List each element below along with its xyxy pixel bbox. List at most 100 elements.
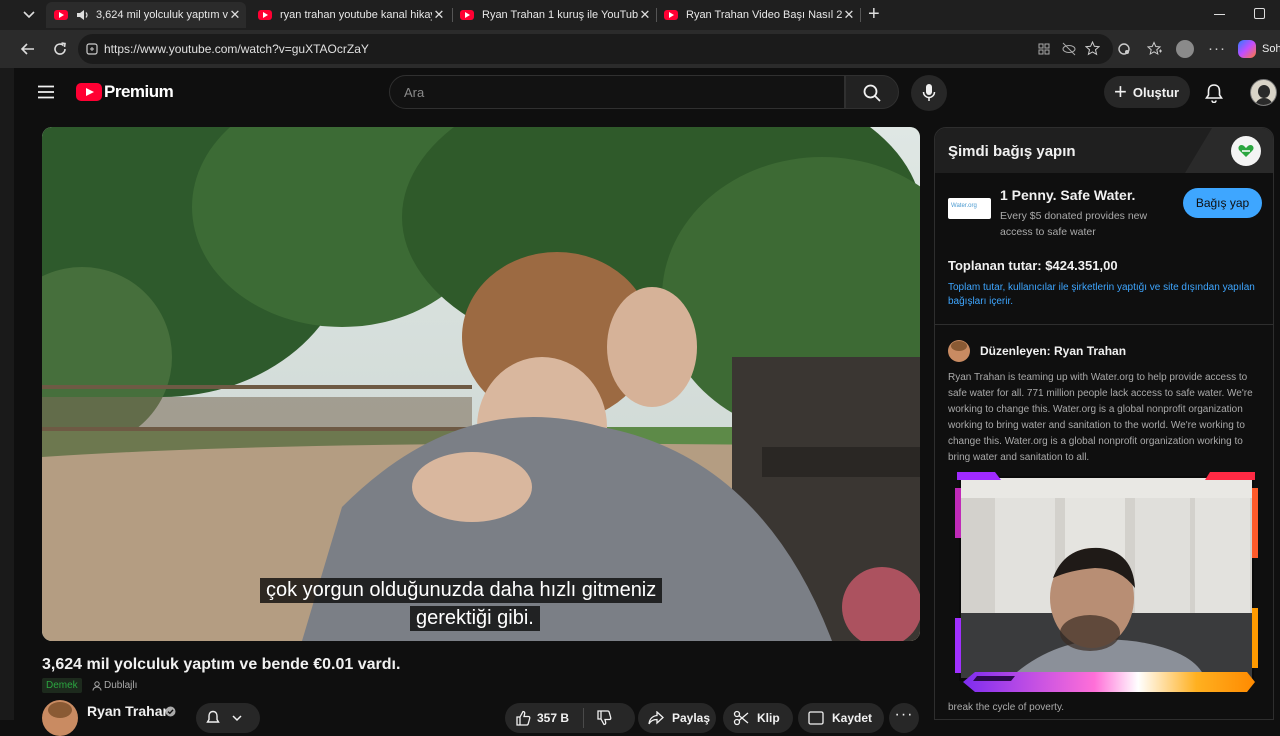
create-button[interactable]: + Oluştur xyxy=(1104,76,1190,108)
donation-panel-header: Şimdi bağış yapın xyxy=(935,128,1273,173)
browser-tab-active[interactable]: 3,624 mil yolculuk yaptım ve bende ✕ xyxy=(46,2,246,28)
org-logo: Water.org xyxy=(948,198,991,219)
create-label: Oluştur xyxy=(1132,84,1180,100)
search-input[interactable]: Ara xyxy=(389,75,845,109)
subscription-bell-button[interactable] xyxy=(196,703,260,733)
extensions-icon[interactable] xyxy=(1117,42,1131,56)
youtube-favicon-icon xyxy=(460,10,474,20)
more-actions-button[interactable]: ··· xyxy=(889,703,919,733)
youtube-favicon-icon xyxy=(258,10,272,20)
search-icon xyxy=(863,84,881,102)
tab-title: 3,624 mil yolculuk yaptım ve bende xyxy=(96,9,228,21)
donate-button[interactable]: Bağış yap xyxy=(1183,188,1262,218)
favorite-star-icon[interactable] xyxy=(1085,41,1100,56)
video-title: 3,624 mil yolculuk yaptım ve bende €0.01… xyxy=(42,656,401,673)
tab-title: Ryan Trahan 1 kuruş ile YouTube'u xyxy=(482,9,638,21)
tab-title: Ryan Trahan Video Başı Nasıl 25,48 xyxy=(686,9,842,21)
webcam-overlay xyxy=(955,468,1258,700)
tab-divider xyxy=(656,8,657,22)
copilot-icon[interactable] xyxy=(1238,40,1256,58)
youtube-logo[interactable]: Premium xyxy=(76,82,174,102)
webcam-frame-image xyxy=(955,472,1258,692)
channel-avatar[interactable] xyxy=(42,700,78,736)
search-placeholder: Ara xyxy=(404,85,425,100)
minimize-window-icon[interactable] xyxy=(1214,14,1225,15)
search-button[interactable] xyxy=(845,75,899,109)
organizer-label: Düzenleyen: Ryan Trahan xyxy=(980,344,1127,358)
share-button[interactable]: Paylaş xyxy=(638,703,716,733)
youtube-favicon-icon xyxy=(664,10,678,20)
tab-close-icon[interactable]: ✕ xyxy=(842,7,856,23)
campaign-long-description: Ryan Trahan is teaming up with Water.org… xyxy=(948,372,1253,463)
browser-tab-strip: 3,624 mil yolculuk yaptım ve bende ✕ rya… xyxy=(0,0,1280,30)
share-arrow-icon xyxy=(648,711,664,725)
page-left-strip xyxy=(0,68,14,720)
app-grid-icon[interactable] xyxy=(1038,43,1050,55)
youtube-favicon-icon xyxy=(54,10,68,20)
org-logo-text: Water.org xyxy=(951,203,977,209)
like-count: 357 B xyxy=(537,711,570,725)
site-info-icon[interactable] xyxy=(86,43,98,55)
like-divider xyxy=(583,708,585,728)
browser-menu-icon[interactable]: ··· xyxy=(1208,40,1226,57)
reload-icon[interactable] xyxy=(52,41,68,57)
dubbed-badge: Dublajlı xyxy=(88,678,141,693)
tab-close-icon[interactable]: ✕ xyxy=(228,7,242,23)
share-label: Paylaş xyxy=(672,711,711,725)
chevron-down-icon xyxy=(232,715,242,722)
bell-icon xyxy=(206,710,220,723)
account-avatar[interactable] xyxy=(1250,79,1277,106)
tab-divider xyxy=(452,8,453,22)
voice-search-button[interactable] xyxy=(911,75,947,111)
browser-tab[interactable]: Ryan Trahan 1 kuruş ile YouTube'u ✕ xyxy=(456,2,652,28)
clip-label: Klip xyxy=(757,711,780,725)
tab-title: ryan trahan youtube kanal hikayel xyxy=(280,9,432,21)
back-arrow-icon[interactable] xyxy=(20,41,36,57)
url-text[interactable]: https://www.youtube.com/watch?v=guXTAOcr… xyxy=(104,42,369,56)
video-player[interactable]: çok yorgun olduğunuzda daha hızlı gitmen… xyxy=(42,127,920,641)
tab-list-chevron-icon[interactable] xyxy=(22,9,36,21)
thumbs-up-icon xyxy=(516,710,531,726)
tracking-prevention-icon[interactable] xyxy=(1062,42,1076,56)
address-bar[interactable]: https://www.youtube.com/watch?v=guXTAOcr… xyxy=(78,34,1113,64)
new-tab-button[interactable]: + xyxy=(868,3,880,26)
save-button[interactable]: Kaydet xyxy=(798,703,884,733)
copilot-label[interactable]: Soh xyxy=(1262,43,1280,55)
youtube-logo-text: Premium xyxy=(104,82,174,101)
thumbs-down-icon[interactable] xyxy=(596,710,612,726)
browser-toolbar: https://www.youtube.com/watch?v=guXTAOcr… xyxy=(0,30,1280,68)
campaign-title: 1 Penny. Safe Water. xyxy=(1000,187,1136,203)
notifications-bell-icon[interactable] xyxy=(1205,83,1223,103)
hamburger-menu-icon[interactable] xyxy=(37,85,55,99)
tab-close-icon[interactable]: ✕ xyxy=(432,7,446,23)
caption-line-2: gerektiği gibi. xyxy=(410,606,540,631)
maximize-window-icon[interactable] xyxy=(1254,8,1265,19)
youtube-play-logo-icon xyxy=(76,83,102,101)
save-label: Kaydet xyxy=(832,711,873,725)
browser-tab[interactable]: ryan trahan youtube kanal hikayel ✕ xyxy=(250,2,446,28)
verified-check-icon xyxy=(165,706,176,717)
clip-button[interactable]: Klip xyxy=(723,703,793,733)
tab-divider xyxy=(860,8,861,22)
profile-avatar[interactable] xyxy=(1176,40,1194,58)
microphone-icon xyxy=(922,83,936,103)
favorites-icon[interactable] xyxy=(1147,41,1163,57)
panel-divider xyxy=(935,324,1273,325)
dubbed-label: Dublajlı xyxy=(104,680,138,691)
save-playlist-icon xyxy=(808,711,824,725)
description-footer: break the cycle of poverty. xyxy=(948,702,1064,713)
caption-line-1: çok yorgun olduğunuzda daha hızlı gitmen… xyxy=(260,578,663,603)
trial-badge: Demek xyxy=(42,678,82,693)
like-dislike-group: 357 B xyxy=(505,703,635,733)
like-button[interactable]: 357 B xyxy=(515,710,569,726)
scissors-icon xyxy=(733,710,749,726)
channel-name[interactable]: Ryan Trahan xyxy=(87,703,171,719)
total-raised-note: Toplam tutar, kullanıcılar ile şirketler… xyxy=(948,282,1255,307)
total-raised: Toplanan tutar: $424.351,00 xyxy=(948,258,1118,273)
person-icon xyxy=(92,680,102,691)
speaker-icon[interactable] xyxy=(76,9,90,21)
plus-icon: + xyxy=(1114,79,1127,104)
donation-heart-icon xyxy=(1231,136,1261,166)
tab-close-icon[interactable]: ✕ xyxy=(638,7,652,23)
browser-tab[interactable]: Ryan Trahan Video Başı Nasıl 25,48 ✕ xyxy=(660,2,856,28)
